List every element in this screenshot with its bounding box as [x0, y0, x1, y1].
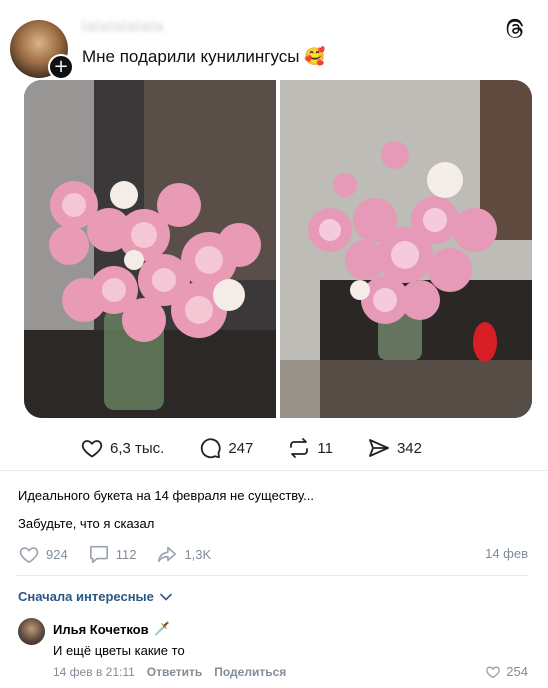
comment-like-count: 254 [506, 664, 528, 679]
threads-action-bar: 6,3 тыс. 247 11 342 [80, 436, 456, 460]
bouquet-illustration-2 [280, 80, 532, 418]
sword-emoji: 🗡️ [153, 621, 170, 636]
post-text-content: Мне подарили кунилингусы [82, 47, 300, 66]
vk-post-text-line2: Забудьте, что я сказал [18, 516, 155, 531]
sort-label: Сначала интересные [18, 589, 154, 604]
vk-comment-button[interactable]: 112 [88, 544, 137, 564]
like-action[interactable]: 6,3 тыс. [80, 436, 164, 460]
share-arrow-icon [158, 546, 177, 563]
comment-icon [89, 545, 108, 563]
commenter-name[interactable]: Илья Кочетков 🗡️ [53, 621, 170, 637]
vk-post-date[interactable]: 14 фев [485, 546, 528, 561]
comment-sort-dropdown[interactable]: Сначала интересные [18, 589, 172, 604]
send-icon [369, 439, 389, 457]
comment-count: 247 [228, 439, 254, 457]
reply-button[interactable]: Ответить [147, 665, 202, 679]
commenter-name-text: Илья Кочетков [53, 621, 149, 637]
vk-share-count: 1,3K [184, 546, 212, 562]
repost-count: 11 [317, 439, 333, 457]
vk-like-count: 924 [46, 546, 68, 562]
flowers-photo-2[interactable] [280, 80, 532, 418]
threads-logo-icon [506, 18, 523, 38]
comment-action[interactable]: 247 [198, 436, 253, 460]
vk-comment-count: 112 [115, 546, 137, 562]
vk-like-button[interactable]: 924 [18, 544, 68, 564]
vk-post-stats: 924 112 1,3K [18, 544, 231, 564]
heart-outline-icon [19, 547, 39, 564]
comment-text: И ещё цветы какие то [53, 643, 185, 658]
bouquet-illustration-1 [24, 80, 276, 418]
username-blurred[interactable]: lalalalalala [82, 18, 232, 35]
comment-like-button[interactable]: 254 [485, 664, 528, 679]
comments-divider [16, 575, 528, 576]
threads-post-card: + lalalalalala Мне подарили кунилингусы … [0, 0, 548, 470]
share-comment-button[interactable]: Поделиться [214, 665, 286, 679]
post-text: Мне подарили кунилингусы 🥰 [82, 47, 325, 67]
smiling-hearts-emoji: 🥰 [304, 47, 326, 66]
author-avatar[interactable]: + [10, 20, 74, 80]
flowers-photo-1[interactable] [24, 80, 276, 418]
vk-post-text-line1: Идеального букета на 14 февраля не сущес… [18, 488, 314, 503]
comment-date[interactable]: 14 фев в 21:11 [53, 665, 135, 679]
share-count: 342 [396, 439, 422, 457]
repost-icon [290, 438, 309, 458]
repost-action[interactable]: 11 [287, 436, 333, 460]
comment-meta: 14 фев в 21:11 Ответить Поделиться [53, 665, 286, 679]
vk-share-button[interactable]: 1,3K [156, 544, 211, 564]
share-action[interactable]: 342 [367, 436, 422, 460]
photo-carousel[interactable] [24, 80, 532, 418]
commenter-avatar[interactable] [18, 618, 45, 645]
heart-icon [81, 440, 103, 458]
comment-bubble-icon [201, 438, 221, 459]
vk-post-card: Идеального букета на 14 февраля не сущес… [0, 471, 548, 688]
heart-outline-icon [486, 666, 501, 679]
follow-plus-icon[interactable]: + [48, 54, 74, 80]
like-count: 6,3 тыс. [110, 439, 165, 457]
chevron-down-icon [160, 593, 172, 601]
